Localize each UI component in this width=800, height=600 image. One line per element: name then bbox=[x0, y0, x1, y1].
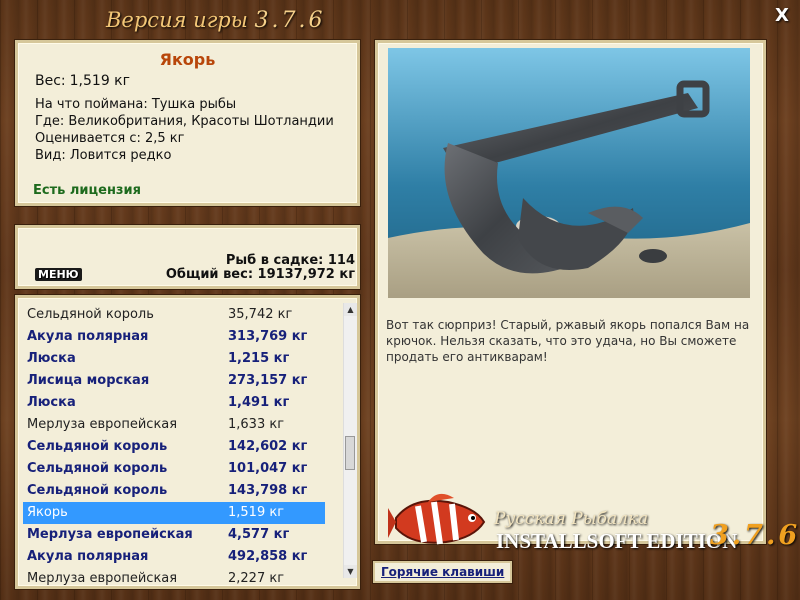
list-item-weight: 1,519 кг bbox=[228, 505, 285, 520]
list-item[interactable]: Лисица морская 273,157 кг bbox=[23, 370, 325, 392]
list-item-weight: 4,577 кг bbox=[228, 527, 290, 542]
brand-title: Русская Рыбалка bbox=[494, 509, 649, 529]
list-item-weight: 143,798 кг bbox=[228, 483, 308, 498]
photo-panel: Вот так сюрприз! Старый, ржавый якорь по… bbox=[375, 40, 766, 544]
title-version: 3.7.6 bbox=[254, 8, 326, 33]
list-item-weight: 313,769 кг bbox=[228, 329, 308, 344]
close-icon[interactable]: X bbox=[772, 6, 792, 26]
catch-list[interactable]: Сельдяной король 35,742 кг Акула полярная 3… bbox=[23, 304, 325, 586]
scrollbar-thumb[interactable] bbox=[345, 436, 355, 470]
catch-photo bbox=[388, 48, 750, 298]
catch-description: Вот так сюрприз! Старый, ржавый якорь по… bbox=[386, 318, 750, 364]
list-item-weight: 273,157 кг bbox=[228, 373, 308, 388]
list-item-name: Акула полярная bbox=[27, 549, 149, 564]
location: Где: Великобритания, Красоты Шотландии bbox=[35, 114, 334, 129]
weight-value: 1,519 кг bbox=[69, 73, 130, 89]
license-status: Есть лицензия bbox=[33, 183, 141, 198]
list-item[interactable]: Сельдяной король 101,047 кг bbox=[23, 458, 325, 480]
list-item-weight: 1,633 кг bbox=[228, 417, 285, 432]
list-item-name: Лисица морская bbox=[27, 373, 150, 388]
caught-on: На что поймана: Тушка рыбы bbox=[35, 97, 237, 112]
list-item-weight: 101,047 кг bbox=[228, 461, 308, 476]
total-weight: Общий вес: 19137,972 кг bbox=[165, 267, 355, 282]
fish-count: Рыб в садке: 114 bbox=[225, 253, 355, 268]
list-item-weight: 142,602 кг bbox=[228, 439, 308, 454]
brand-edition: INSTALLSOFT EDITION bbox=[496, 529, 738, 553]
list-item[interactable]: Мерлуза европейская 4,577 кг bbox=[23, 524, 325, 546]
weight-line: Вес: 1,519 кг bbox=[35, 73, 130, 89]
menu-button[interactable]: МЕНЮ bbox=[35, 268, 82, 281]
keepnet-stats: Рыб в садке: 114 Общий вес: 19137,972 кг bbox=[166, 254, 355, 282]
hotkeys-button[interactable]: Горячие клавиши bbox=[373, 561, 513, 583]
list-item-name: Мерлуза европейская bbox=[27, 571, 178, 586]
fish-info-panel: Якорь Вес: 1,519 кг На что поймана: Тушка… bbox=[15, 40, 360, 206]
list-item-weight: 2,227 кг bbox=[228, 571, 285, 586]
stats-panel: МЕНЮ Рыб в садке: 114 Общий вес: 19137,9… bbox=[15, 225, 360, 289]
list-item-name: Сельдяной король bbox=[27, 483, 168, 498]
list-item-name: Люска bbox=[27, 351, 76, 366]
chevron-up-icon[interactable]: ▲ bbox=[344, 303, 357, 316]
list-item-name: Мерлуза европейская bbox=[27, 417, 178, 432]
list-item[interactable]: Сельдяной король 142,602 кг bbox=[23, 436, 325, 458]
title-prefix: Версия игры bbox=[106, 8, 248, 32]
list-item[interactable]: Якорь 1,519 кг bbox=[23, 502, 325, 524]
list-item-name: Сельдяной король bbox=[27, 439, 168, 454]
list-item-weight: 492,858 кг bbox=[228, 549, 308, 564]
fish-logo-icon bbox=[388, 493, 486, 545]
list-item-name: Сельдяной король bbox=[27, 307, 154, 322]
list-item-name: Люска bbox=[27, 395, 76, 410]
list-item[interactable]: Сельдяной король 35,742 кг bbox=[23, 304, 325, 326]
scrollbar[interactable]: ▲ ▼ bbox=[343, 303, 357, 578]
chevron-down-icon[interactable]: ▼ bbox=[344, 565, 357, 578]
list-item[interactable]: Сельдяной король 143,798 кг bbox=[23, 480, 325, 502]
window-title: Версия игры 3.7.6 bbox=[106, 8, 326, 33]
list-item-name: Сельдяной король bbox=[27, 461, 168, 476]
catch-list-panel: Сельдяной король 35,742 кг Акула полярная 3… bbox=[15, 295, 360, 589]
brand-version: 3.7.6 bbox=[710, 520, 800, 551]
anchor-image bbox=[388, 48, 750, 298]
estimated-weight: Оценивается с: 2,5 кг bbox=[35, 131, 185, 146]
list-item-weight: 35,742 кг bbox=[228, 307, 293, 322]
list-item[interactable]: Акула полярная 313,769 кг bbox=[23, 326, 325, 348]
list-item[interactable]: Акула полярная 492,858 кг bbox=[23, 546, 325, 568]
list-item-weight: 1,491 кг bbox=[228, 395, 290, 410]
list-item-weight: 1,215 кг bbox=[228, 351, 290, 366]
list-item[interactable]: Мерлуза европейская 1,633 кг bbox=[23, 414, 325, 436]
fish-details: На что поймана: Тушка рыбы Где: Великобр… bbox=[35, 96, 334, 164]
list-item-name: Якорь bbox=[27, 505, 68, 520]
weight-label: Вес: bbox=[35, 73, 66, 89]
list-item[interactable]: Люска 1,215 кг bbox=[23, 348, 325, 370]
fish-type: Вид: Ловится редко bbox=[35, 148, 172, 163]
list-item-name: Мерлуза европейская bbox=[27, 527, 193, 542]
list-item[interactable]: Мерлуза европейская 2,227 кг bbox=[23, 568, 325, 586]
list-item[interactable]: Люска 1,491 кг bbox=[23, 392, 325, 414]
fish-name: Якорь bbox=[159, 50, 216, 69]
list-item-name: Акула полярная bbox=[27, 329, 149, 344]
